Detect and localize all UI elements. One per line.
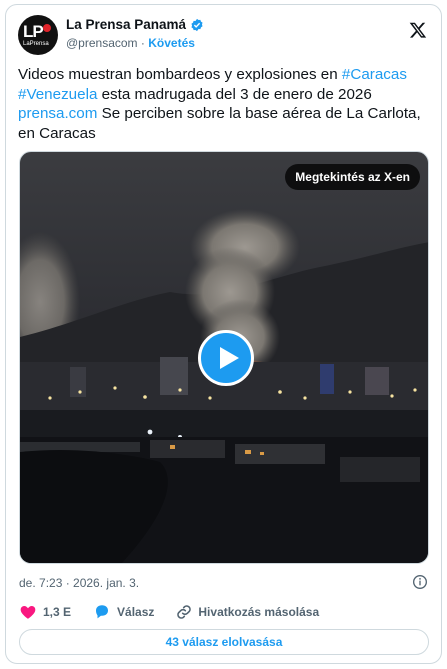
read-replies-button[interactable]: 43 válasz elolvasása: [19, 629, 429, 655]
play-icon: [220, 347, 239, 369]
like-button[interactable]: 1,3 E: [19, 603, 71, 621]
play-button[interactable]: [198, 330, 254, 386]
verified-badge-icon: [191, 18, 203, 31]
link-icon: [177, 605, 192, 619]
avatar[interactable]: LP LaPrensa: [18, 15, 58, 55]
tweet-card: LP LaPrensa La Prensa Panamá @prensacom …: [5, 4, 442, 664]
likes-count: 1,3 E: [43, 605, 72, 619]
follow-button[interactable]: Követés: [148, 36, 195, 50]
avatar-logo-subtext: LaPrensa: [23, 41, 49, 47]
prensa-link[interactable]: prensa.com: [18, 105, 97, 122]
reply-button[interactable]: Válasz: [93, 603, 154, 621]
tweet-header: LP LaPrensa La Prensa Panamá @prensacom …: [18, 15, 429, 57]
tweet-text-part-1: Videos muestran bombardeos y explosiones…: [18, 66, 342, 83]
display-name[interactable]: La Prensa Panamá: [66, 17, 186, 32]
avatar-logo-text: LP: [23, 22, 44, 41]
x-logo-icon[interactable]: [409, 21, 427, 39]
hashtag-caracas[interactable]: #Caracas: [342, 66, 407, 83]
copy-link-button[interactable]: Hivatkozás másolása: [176, 604, 319, 620]
avatar-logo-dot: [43, 24, 51, 32]
handle[interactable]: @prensacom: [66, 36, 138, 50]
account-names: La Prensa Panamá @prensacom · Követés: [66, 17, 204, 50]
heart-icon: [20, 606, 36, 619]
video-player[interactable]: Megtekintés az X-en: [19, 151, 429, 564]
reply-label: Válasz: [117, 605, 155, 619]
separator: ·: [140, 36, 145, 50]
hashtag-venezuela[interactable]: #Venezuela: [18, 86, 97, 103]
tweet-text-part-2: esta madrugada del 3 de enero de 2026: [97, 85, 372, 103]
reply-bubble-icon: [96, 605, 109, 619]
copy-link-label: Hivatkozás másolása: [198, 605, 320, 619]
info-icon[interactable]: [412, 574, 428, 590]
tweet-actions: 1,3 E Válasz Hivatkozás másolása: [19, 602, 341, 622]
view-on-x-button[interactable]: Megtekintés az X-en: [285, 164, 420, 190]
tweet-text: Videos muestran bombardeos y explosiones…: [18, 65, 430, 143]
tweet-timestamp[interactable]: de. 7:23 · 2026. jan. 3.: [19, 576, 139, 590]
